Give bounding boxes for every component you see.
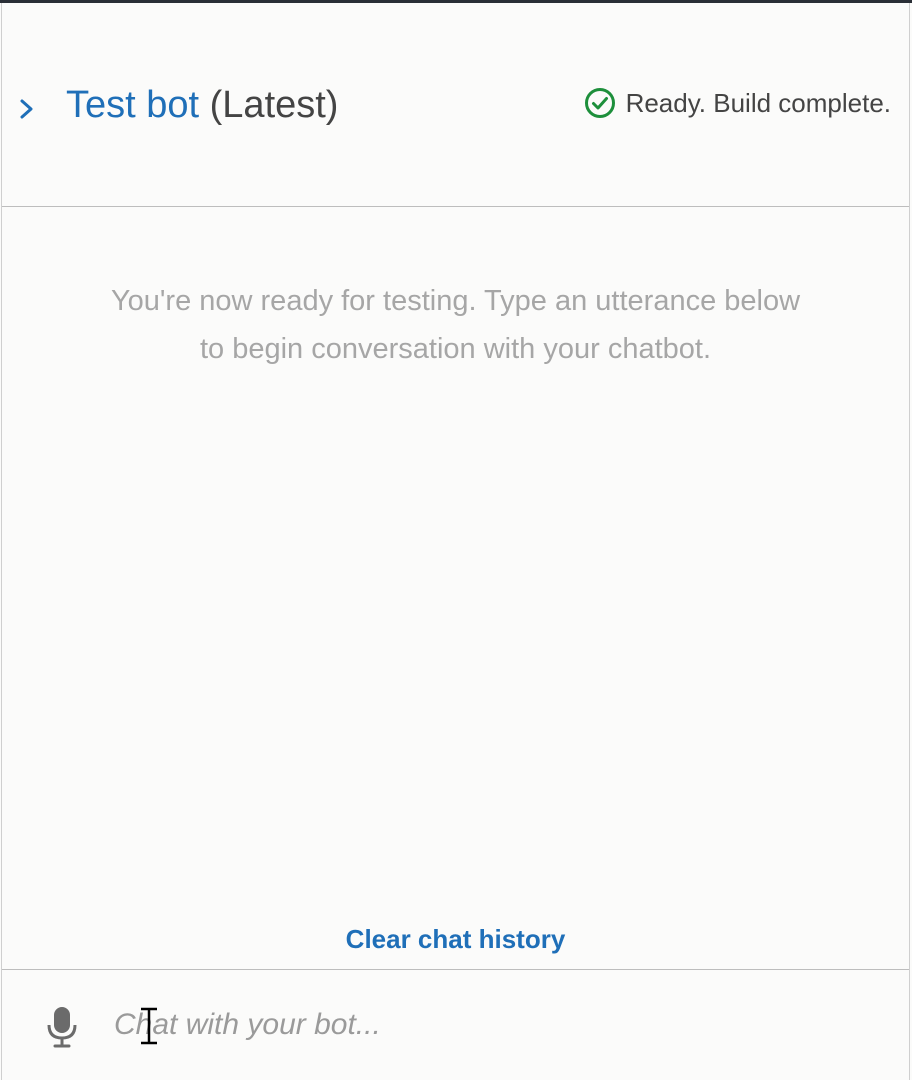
chevron-right-icon[interactable]: [16, 95, 38, 123]
chat-input-bar: [2, 969, 909, 1080]
panel-title: Test bot (Latest): [66, 83, 338, 127]
test-bot-panel: Test bot (Latest) Ready. Build complete.…: [1, 3, 910, 1080]
build-status-text: Ready. Build complete.: [625, 87, 891, 118]
empty-chat-line-1: You're now ready for testing. Type an ut…: [110, 285, 801, 317]
bot-name: Test bot: [66, 84, 200, 126]
panel-header: Test bot (Latest) Ready. Build complete.: [2, 3, 909, 207]
empty-chat-message: You're now ready for testing. Type an ut…: [2, 277, 909, 373]
chat-input[interactable]: [114, 1000, 874, 1050]
microphone-icon[interactable]: [46, 1006, 78, 1048]
clear-chat-history-link[interactable]: Clear chat history: [2, 924, 909, 955]
empty-chat-line-2: to begin conversation with your chatbot.: [199, 333, 712, 365]
chat-conversation-area: You're now ready for testing. Type an ut…: [2, 207, 909, 969]
bot-version: (Latest): [209, 84, 339, 126]
build-status: Ready. Build complete.: [584, 87, 891, 119]
check-circle-icon: [584, 87, 616, 119]
